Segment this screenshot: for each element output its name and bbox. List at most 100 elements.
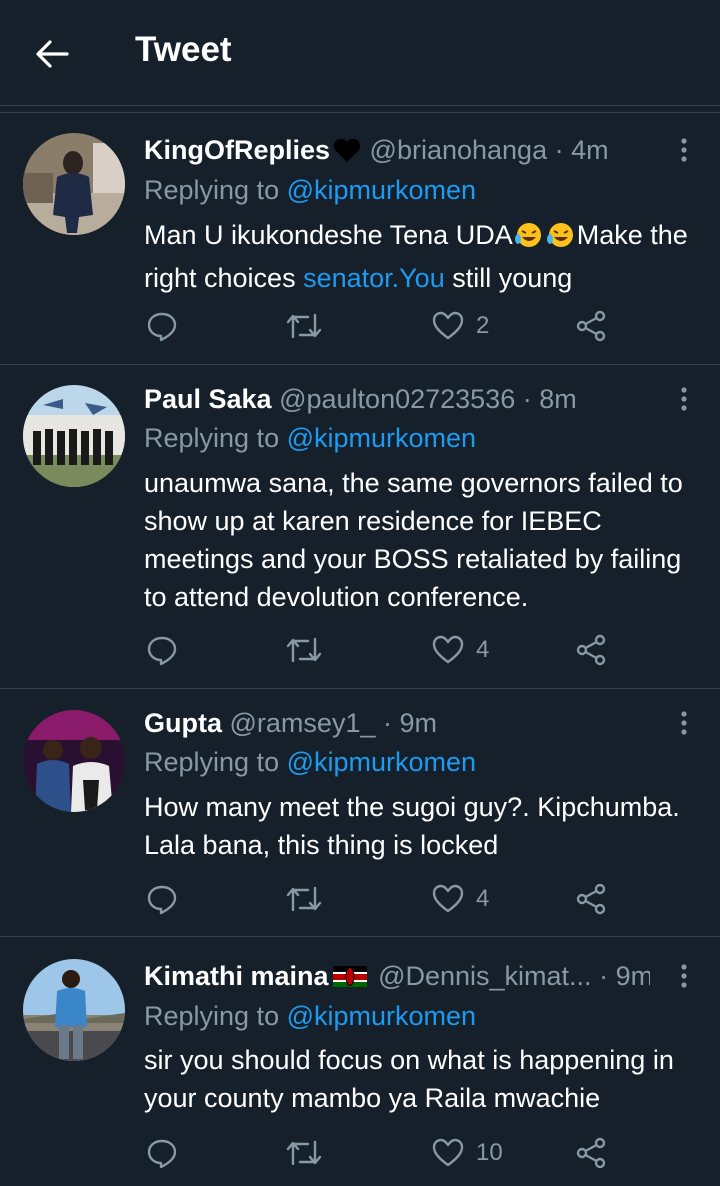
reply-icon [147, 1139, 177, 1169]
retweet-icon [286, 313, 322, 339]
replying-label: Replying to [144, 423, 287, 453]
retweet-icon [286, 637, 322, 663]
more-button[interactable] [672, 706, 696, 740]
share-button[interactable] [575, 1133, 607, 1173]
user-handle[interactable]: @brianohanga [370, 135, 548, 165]
tweet-reply[interactable]: Paul Saka @paulton02723536 · 8m Replying… [0, 365, 720, 689]
display-name[interactable]: KingOfReplies [144, 135, 330, 165]
replying-to: Replying to @kipmurkomen [144, 999, 476, 1033]
url-link[interactable]: senator.You [303, 263, 445, 293]
like-count: 4 [476, 636, 490, 663]
like-count: 4 [476, 885, 490, 912]
like-button[interactable]: 10 [432, 1133, 503, 1173]
display-name[interactable]: Gupta [144, 708, 222, 738]
mention-link[interactable]: @kipmurkomen [287, 1001, 476, 1031]
black-heart-emoji [332, 137, 362, 167]
tweet-text-part: Man U ikukondeshe Tena UDA [144, 220, 513, 250]
share-button[interactable] [575, 306, 607, 346]
tweet-actions: 10 [0, 1133, 720, 1173]
replying-to: Replying to @kipmurkomen [144, 173, 476, 207]
like-button[interactable]: 4 [432, 630, 489, 670]
timestamp: 8m [539, 384, 577, 414]
tweet-header: Gupta @ramsey1_ · 9m [144, 706, 650, 740]
retweet-button[interactable] [286, 306, 322, 346]
reply-icon [147, 885, 177, 915]
mention-link[interactable]: @kipmurkomen [287, 747, 476, 777]
page-title: Tweet [135, 30, 232, 69]
more-vertical-icon [681, 387, 687, 411]
reply-button[interactable] [146, 1133, 178, 1173]
retweet-icon [286, 886, 322, 912]
user-handle[interactable]: @paulton02723536 [279, 384, 515, 414]
share-icon [576, 1137, 606, 1169]
like-button[interactable]: 2 [432, 306, 489, 346]
more-vertical-icon [681, 964, 687, 988]
timestamp: 4m [571, 135, 609, 165]
heart-icon [432, 1138, 464, 1167]
more-button[interactable] [672, 133, 696, 167]
tweet-reply[interactable]: KingOfReplies @brianohanga · 4m Replying… [0, 113, 720, 365]
reply-icon [147, 636, 177, 666]
user-handle[interactable]: @ramsey1_ [230, 708, 376, 738]
reply-button[interactable] [146, 306, 178, 346]
more-button[interactable] [672, 382, 696, 416]
like-button[interactable]: 4 [432, 879, 489, 919]
back-button[interactable] [22, 26, 82, 82]
tweet-reply[interactable]: Kimathi maina @Dennis_kimat... · 9m Repl… [0, 937, 720, 1186]
timestamp: 9m [399, 708, 438, 738]
user-handle[interactable]: @Dennis_kimat... [378, 961, 591, 991]
like-count: 10 [476, 1139, 503, 1166]
heart-icon [432, 635, 464, 664]
share-icon [576, 883, 606, 915]
display-name[interactable]: Kimathi maina [144, 961, 329, 991]
replying-to: Replying to @kipmurkomen [144, 745, 476, 779]
more-vertical-icon [681, 711, 687, 735]
tweet-text: How many meet the sugoi guy?. Kipchumba.… [144, 792, 680, 860]
replying-label: Replying to [144, 175, 287, 205]
separator-dot: · [599, 961, 609, 991]
separator-dot: · [522, 384, 532, 414]
separator-dot: · [383, 708, 392, 738]
tweet-header: Kimathi maina @Dennis_kimat... · 9m [144, 959, 650, 993]
reply-button[interactable] [146, 879, 178, 919]
retweet-button[interactable] [286, 879, 322, 919]
tweet-text: unaumwa sana, the same governors failed … [144, 468, 683, 612]
retweet-button[interactable] [286, 630, 322, 670]
avatar[interactable] [23, 133, 125, 235]
share-icon [576, 310, 606, 342]
like-count: 2 [476, 312, 490, 339]
more-vertical-icon [681, 138, 687, 162]
timestamp: 9m [615, 961, 650, 991]
reply-button[interactable] [146, 630, 178, 670]
more-button[interactable] [672, 959, 696, 993]
heart-icon [432, 884, 464, 913]
share-button[interactable] [575, 879, 607, 919]
tweet-text-part: still young [444, 263, 573, 293]
separator-dot: · [554, 135, 564, 165]
tweet-text: sir you should focus on what is happenin… [144, 1045, 674, 1113]
tweet-reply[interactable]: Gupta @ramsey1_ · 9m Replying to @kipmur… [0, 689, 720, 937]
top-app-bar: Tweet [0, 0, 720, 106]
tweet-header: Paul Saka @paulton02723536 · 8m [144, 382, 650, 416]
rofl-emoji [513, 221, 545, 259]
avatar[interactable] [23, 710, 125, 812]
kenya-flag-emoji [332, 961, 367, 993]
tweet-actions: 4 [0, 879, 720, 919]
avatar[interactable] [23, 959, 125, 1061]
tweet-text: Man U ikukondeshe Tena UDA Make the right… [144, 216, 704, 297]
heart-icon [432, 311, 464, 340]
replying-to: Replying to @kipmurkomen [144, 421, 476, 455]
avatar[interactable] [23, 385, 125, 487]
replying-label: Replying to [144, 747, 287, 777]
reply-icon [147, 312, 177, 342]
tweet-header: KingOfReplies @brianohanga · 4m [144, 133, 650, 167]
display-name[interactable]: Paul Saka [144, 384, 272, 414]
share-button[interactable] [575, 630, 607, 670]
mention-link[interactable]: @kipmurkomen [287, 175, 476, 205]
retweet-icon [286, 1140, 322, 1166]
retweet-button[interactable] [286, 1133, 322, 1173]
share-icon [576, 634, 606, 666]
mention-link[interactable]: @kipmurkomen [287, 423, 476, 453]
rofl-emoji [545, 221, 577, 259]
replying-label: Replying to [144, 1001, 287, 1031]
